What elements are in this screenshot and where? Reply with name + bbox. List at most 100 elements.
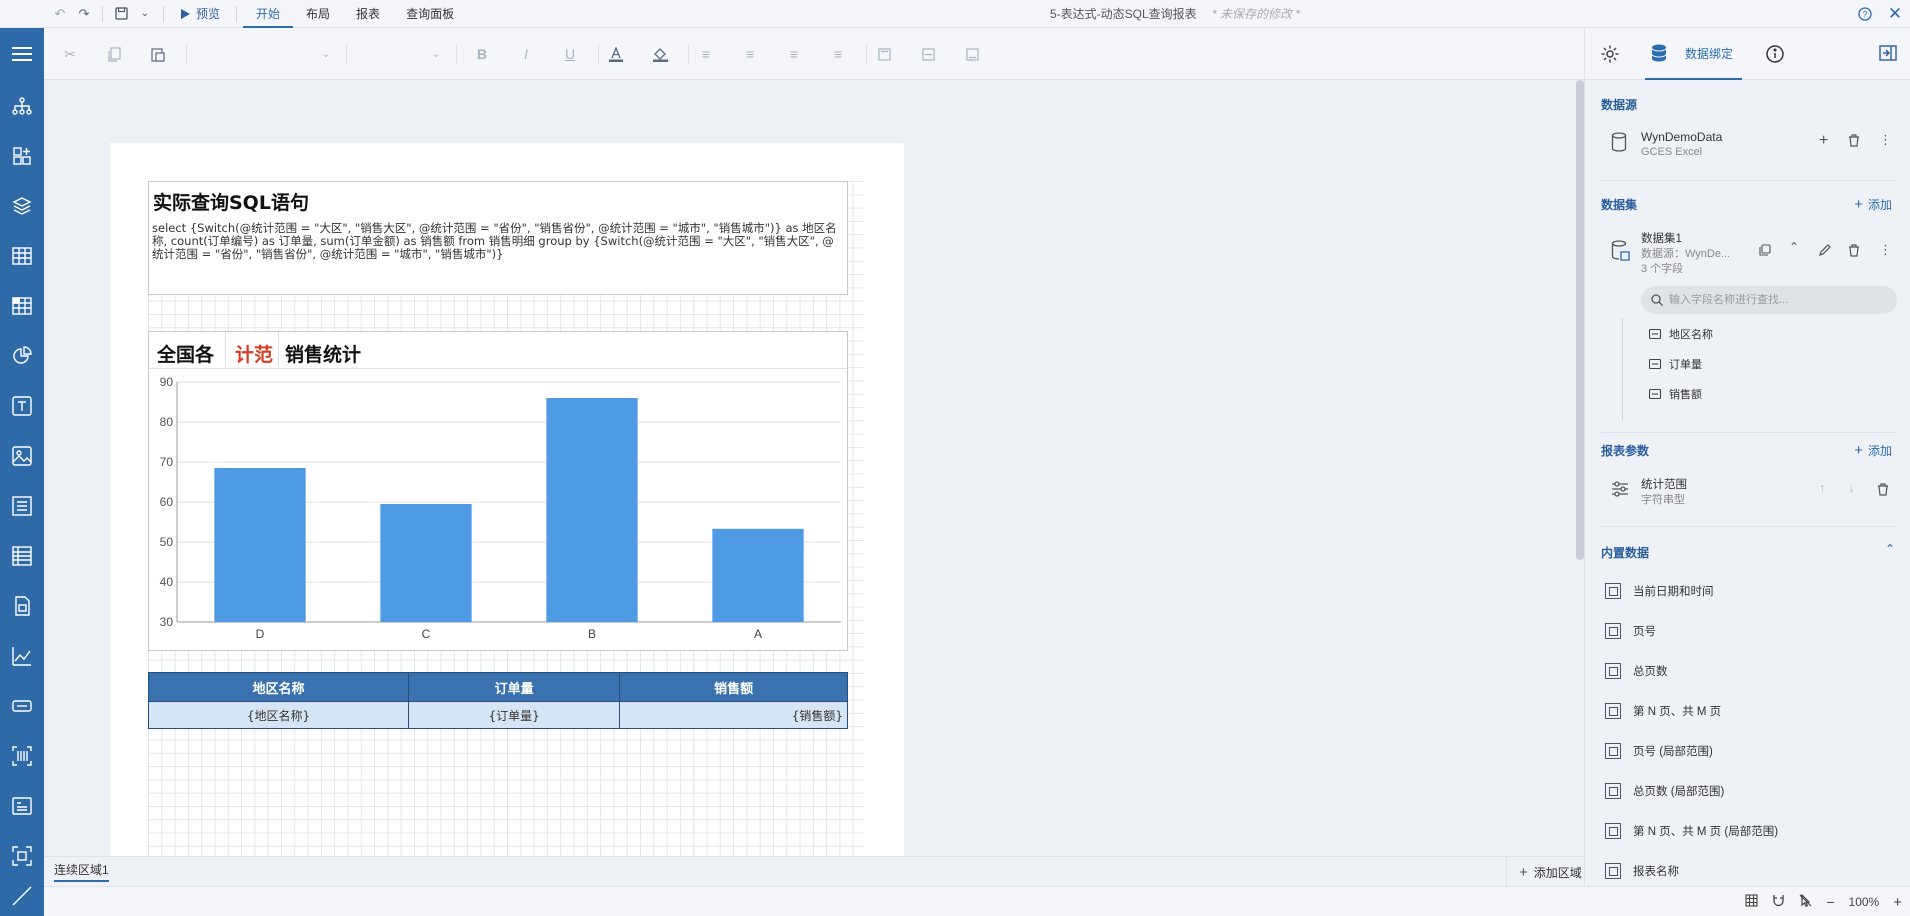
help-icon[interactable]: ?	[1850, 0, 1880, 28]
tab-data-binding[interactable]: 数据绑定	[1645, 28, 1742, 80]
tab-layout[interactable]: 布局	[293, 0, 343, 28]
list-item[interactable]: 第 N 页、共 M 页	[1605, 699, 1721, 723]
table-header-cell[interactable]: 销售额	[619, 672, 848, 702]
vertical-scrollbar[interactable]	[1576, 80, 1584, 560]
pointer-off-icon[interactable]	[1799, 893, 1812, 910]
report-page[interactable]: 实际查询SQL语句 select {Switch(@统计范围 = "大区", "…	[110, 143, 904, 856]
sql-textbox[interactable]: 实际查询SQL语句 select {Switch(@统计范围 = "大区", "…	[148, 181, 848, 295]
tab-report[interactable]: 报表	[343, 0, 393, 28]
table-header-cell[interactable]: 订单量	[407, 672, 621, 702]
chevron-down-icon[interactable]: ⌄	[133, 2, 157, 26]
chevron-up-icon[interactable]: ⌃	[1885, 542, 1895, 556]
data-table[interactable]: 地区名称 订单量 销售额 {地区名称} {订单量} {销售额}	[148, 672, 848, 729]
field-search[interactable]	[1641, 286, 1897, 314]
param-name[interactable]: 统计范围	[1641, 476, 1687, 492]
add-region-button[interactable]: + 添加区域	[1506, 857, 1582, 887]
delete-dataset-trash-icon[interactable]	[1848, 244, 1860, 260]
save-icon[interactable]	[109, 2, 133, 26]
zoom-out-icon[interactable]: −	[1826, 894, 1834, 910]
form-field-icon[interactable]	[0, 786, 44, 826]
list-item[interactable]: 地区名称	[1649, 324, 1713, 344]
matrix-icon[interactable]	[0, 286, 44, 326]
dataset-name[interactable]: 数据集1	[1641, 230, 1682, 246]
table-list-icon[interactable]	[0, 536, 44, 576]
zoom-in-icon[interactable]: +	[1893, 894, 1902, 911]
list-item[interactable]: 总页数 (局部范围)	[1605, 779, 1724, 803]
add-dataset-button[interactable]: + 添加	[1854, 196, 1892, 213]
zoom-level[interactable]: 100%	[1849, 895, 1880, 909]
preview-button[interactable]: 预览	[170, 5, 230, 22]
move-down-arrow-icon[interactable]: ↓	[1848, 480, 1855, 495]
info-icon[interactable]	[1765, 44, 1785, 67]
datasource-name[interactable]: WynDemoData	[1641, 130, 1722, 144]
list-item[interactable]: 总页数	[1605, 659, 1668, 683]
add-param-button[interactable]: + 添加	[1854, 442, 1892, 459]
fill-color-icon[interactable]	[648, 42, 672, 66]
underline-icon[interactable]: U	[558, 42, 582, 66]
redo-icon[interactable]: ↷	[72, 2, 96, 26]
image-icon[interactable]	[0, 436, 44, 476]
paste-icon[interactable]	[146, 42, 170, 66]
delete-datasource-trash-icon[interactable]	[1848, 134, 1860, 150]
region-tab[interactable]: 连续区域1	[54, 860, 109, 882]
undo-icon[interactable]: ↶	[48, 2, 72, 26]
tab-start[interactable]: 开始	[243, 0, 294, 28]
field-search-input[interactable]	[1669, 286, 1889, 314]
chevron-up-icon[interactable]: ⌃	[1789, 240, 1799, 254]
align-right-icon[interactable]: ≡	[782, 42, 806, 66]
text-box-icon[interactable]	[0, 386, 44, 426]
add-datasource-plus-icon[interactable]: +	[1819, 132, 1828, 150]
snap-magnet-icon[interactable]	[1772, 894, 1785, 910]
table-cell[interactable]: {地区名称}	[148, 701, 409, 729]
valign-bottom-icon[interactable]	[960, 42, 984, 66]
justify-icon[interactable]: ≡	[826, 42, 850, 66]
more-options-icon[interactable]: ⋮	[1879, 242, 1892, 258]
copy-icon[interactable]	[102, 42, 126, 66]
list-item[interactable]: 第 N 页、共 M 页 (局部范围)	[1605, 819, 1778, 843]
grid-toggle-icon[interactable]	[1745, 894, 1758, 910]
list-item[interactable]: 页号 (局部范围)	[1605, 739, 1713, 763]
copy-dataset-icon[interactable]	[1759, 244, 1771, 259]
line-tool-icon[interactable]	[0, 876, 44, 916]
valign-top-icon[interactable]	[872, 42, 896, 66]
align-left-icon[interactable]: ≡	[694, 42, 718, 66]
subreport-icon[interactable]	[0, 586, 44, 626]
cut-icon[interactable]: ✂	[58, 42, 82, 66]
valign-middle-icon[interactable]	[916, 42, 940, 66]
hamburger-menu-icon[interactable]	[0, 34, 44, 74]
close-icon[interactable]: ✕	[1880, 0, 1910, 28]
chart-title-expression[interactable]: 计范	[225, 332, 279, 369]
list-item[interactable]: 报表名称	[1605, 859, 1679, 883]
list-item[interactable]: 订单量	[1649, 354, 1702, 374]
table-cell[interactable]: {销售额}	[619, 701, 848, 729]
italic-icon[interactable]: I	[514, 42, 538, 66]
table-cell[interactable]: {订单量}	[407, 701, 621, 729]
bar-chart[interactable]: 全国各 计范 销售统计 30 40 50 60 70 80 90 D C B A	[148, 331, 848, 651]
settings-gear-icon[interactable]	[1600, 44, 1620, 67]
list-icon[interactable]	[0, 486, 44, 526]
hierarchy-icon[interactable]	[0, 86, 44, 126]
list-item[interactable]: 销售额	[1649, 384, 1702, 404]
more-options-icon[interactable]: ⋮	[1879, 132, 1892, 148]
bold-icon[interactable]: B	[470, 42, 494, 66]
font-family-dropdown-chevron-icon[interactable]: ⌄	[314, 42, 338, 66]
list-item[interactable]: 当前日期和时间	[1605, 579, 1714, 603]
barcode-icon[interactable]	[0, 736, 44, 776]
font-color-icon[interactable]	[604, 42, 628, 66]
design-canvas[interactable]: 实际查询SQL语句 select {Switch(@统计范围 = "大区", "…	[44, 80, 1584, 856]
table-header-cell[interactable]: 地区名称	[148, 672, 409, 702]
tab-query-panel[interactable]: 查询面板	[393, 0, 467, 28]
move-up-arrow-icon[interactable]: ↑	[1819, 480, 1826, 495]
list-item[interactable]: 页号	[1605, 619, 1656, 643]
font-size-dropdown-chevron-icon[interactable]: ⌄	[424, 42, 448, 66]
align-center-icon[interactable]: ≡	[738, 42, 762, 66]
sparkline-icon[interactable]	[0, 636, 44, 676]
layers-icon[interactable]	[0, 186, 44, 226]
components-icon[interactable]	[0, 136, 44, 176]
table-icon[interactable]	[0, 236, 44, 276]
edit-dataset-pencil-icon[interactable]	[1819, 244, 1831, 259]
collapse-panel-icon[interactable]	[1879, 45, 1897, 64]
container-icon[interactable]	[0, 686, 44, 726]
delete-param-trash-icon[interactable]	[1877, 483, 1889, 499]
scan-icon[interactable]	[0, 836, 44, 876]
